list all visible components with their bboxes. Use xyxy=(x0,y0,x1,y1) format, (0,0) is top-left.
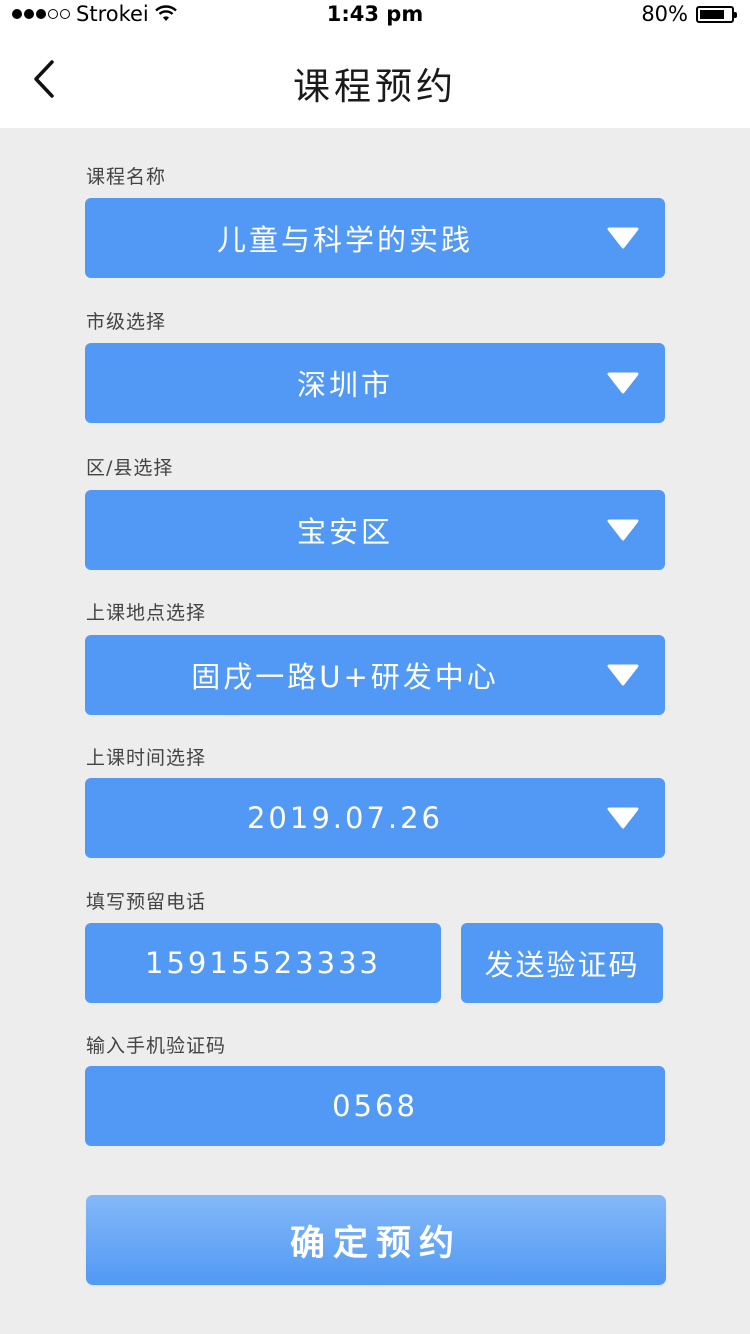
phone-input[interactable]: 15915523333 xyxy=(85,923,441,1003)
battery-icon xyxy=(696,5,737,23)
page-title: 课程预约 xyxy=(293,65,457,108)
wifi-icon xyxy=(154,5,177,21)
city-value: 深圳市 xyxy=(296,368,393,402)
back-button[interactable] xyxy=(28,56,68,102)
time-value: 2019.07.26 xyxy=(246,801,444,835)
code-input[interactable]: 0568 xyxy=(85,1066,665,1146)
code-value: 0568 xyxy=(332,1089,418,1123)
course-label: 课程名称 xyxy=(86,166,167,188)
course-value: 儿童与科学的实践 xyxy=(216,223,473,257)
nav-bar: 课程预约 xyxy=(0,30,750,128)
signal-dots-icon xyxy=(12,9,70,19)
phone-value: 15915523333 xyxy=(145,946,381,980)
course-select[interactable]: 儿童与科学的实践 xyxy=(85,198,665,278)
status-bar: Strokei 1:43 pm 80% xyxy=(0,0,750,30)
location-select[interactable]: 固戌一路U+研发中心 xyxy=(85,635,665,715)
battery-percent: 80% xyxy=(641,2,688,26)
send-code-label: 发送验证码 xyxy=(484,948,640,982)
chevron-left-icon xyxy=(34,60,54,98)
code-label: 输入手机验证码 xyxy=(86,1035,227,1057)
time-label: 上课时间选择 xyxy=(86,747,207,769)
location-label: 上课地点选择 xyxy=(86,602,207,624)
district-value: 宝安区 xyxy=(296,515,393,549)
district-label: 区/县选择 xyxy=(86,457,174,479)
submit-label: 确定预约 xyxy=(289,1223,462,1264)
status-right: 80% xyxy=(641,2,737,26)
caret-down-icon xyxy=(607,519,639,541)
city-select[interactable]: 深圳市 xyxy=(85,343,665,423)
phone-label: 填写预留电话 xyxy=(86,891,207,913)
caret-down-icon xyxy=(607,664,639,686)
send-code-button[interactable]: 发送验证码 xyxy=(461,923,663,1003)
caret-down-icon xyxy=(607,372,639,394)
submit-button[interactable]: 确定预约 xyxy=(86,1195,666,1285)
district-select[interactable]: 宝安区 xyxy=(85,490,665,570)
caret-down-icon xyxy=(607,227,639,249)
time-select[interactable]: 2019.07.26 xyxy=(85,778,665,858)
caret-down-icon xyxy=(607,807,639,829)
location-value: 固戌一路U+研发中心 xyxy=(191,660,499,694)
status-left: Strokei xyxy=(12,2,177,26)
carrier-name: Strokei xyxy=(76,2,149,26)
city-label: 市级选择 xyxy=(86,311,167,333)
